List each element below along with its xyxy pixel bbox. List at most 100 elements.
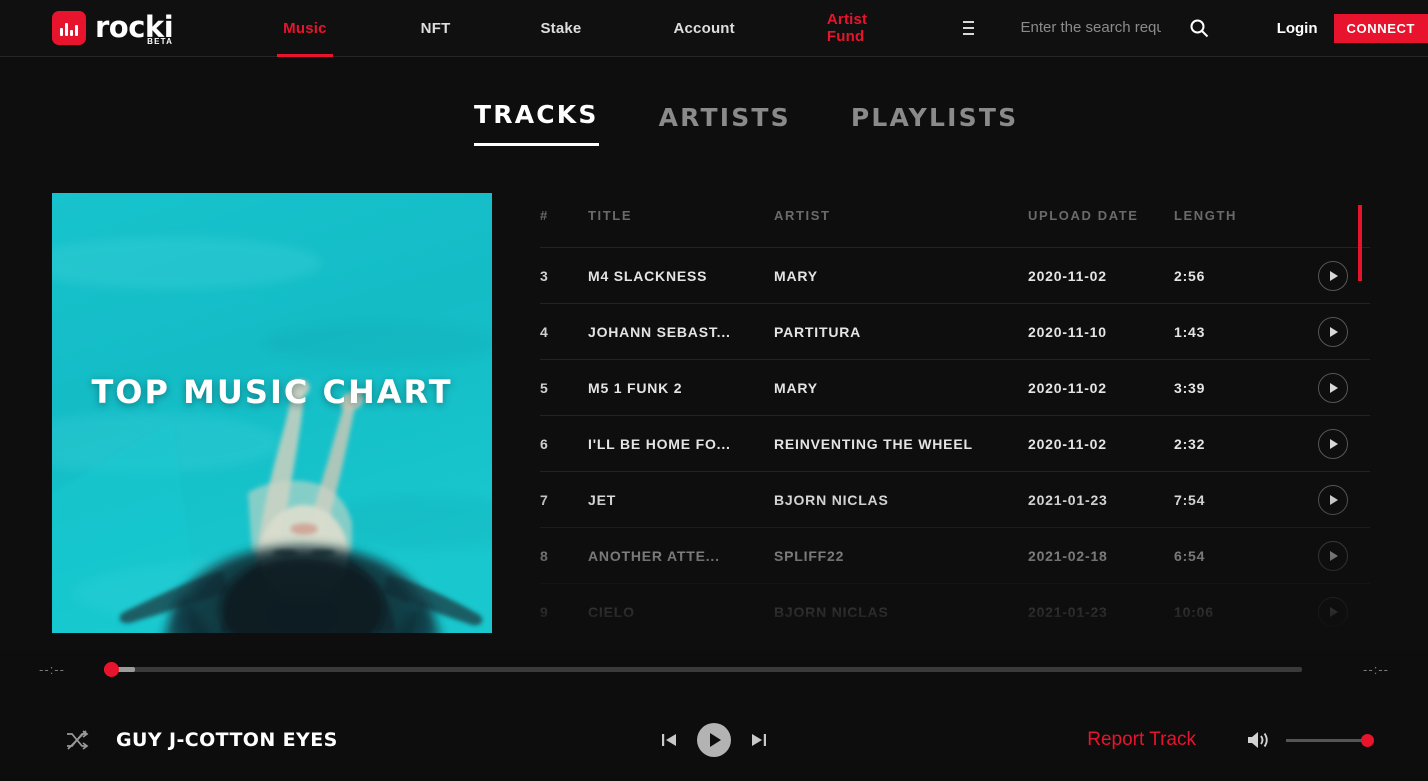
volume-control [1246,729,1374,751]
table-row[interactable]: 8 ANOTHER ATTE... SPLIFF22 2021-02-18 6:… [540,528,1370,584]
track-upload-date: 2021-01-23 [1028,491,1108,508]
play-icon[interactable] [1318,316,1348,347]
search-icon[interactable] [1189,18,1209,38]
seek-handle[interactable] [104,662,119,677]
volume-slider[interactable] [1286,733,1374,747]
table-row[interactable]: 2 AAAAAA AMBER 2020-12-23 3:31 [540,237,1370,248]
track-number: 6 [540,435,549,452]
login-link[interactable]: Login [1277,20,1318,37]
volume-handle[interactable] [1361,733,1374,747]
track-length: 3:39 [1174,379,1206,396]
table-header-row: # TITLE ARTIST UPLOAD DATE LENGTH [540,193,1370,237]
nav-item-music[interactable]: Music [261,0,349,57]
track-upload-date: 2020-11-02 [1028,267,1107,284]
tracks-list: 2 AAAAAA AMBER 2020-12-23 3:31 3 M4 SLAC… [540,237,1370,640]
track-number: 8 [540,547,549,564]
search-input[interactable] [1020,19,1161,36]
hamburger-icon[interactable] [963,17,975,39]
column-header-number: # [540,207,549,223]
now-playing-title: GUY J-COTTON EYES [116,729,338,751]
report-track-link[interactable]: Report Track [1087,729,1196,751]
track-length: 2:32 [1174,435,1206,452]
shuffle-off-icon[interactable] [64,727,90,753]
progress-row: --:-- --:-- [0,662,1428,677]
track-number: 4 [540,323,549,340]
track-artist: BJORN NICLAS [774,603,889,620]
tracks-scroll-viewport[interactable]: 2 AAAAAA AMBER 2020-12-23 3:31 3 M4 SLAC… [540,237,1370,648]
cover-title: TOP MUSIC CHART [91,373,453,411]
table-row[interactable]: 3 M4 SLACKNESS MARY 2020-11-02 2:56 [540,248,1370,304]
track-number: 7 [540,491,549,508]
top-header: rocki BETA Music NFT Stake Account Artis… [0,0,1428,57]
seek-slider[interactable] [104,662,1302,677]
track-title: ANOTHER ATTE... [588,547,720,564]
elapsed-time: --:-- [39,662,65,677]
track-upload-date: 2020-11-02 [1028,435,1107,452]
track-artist: MARY [774,267,818,284]
tab-playlists[interactable]: PLAYLISTS [851,103,1018,146]
track-length: 7:54 [1174,491,1206,508]
play-icon[interactable] [1318,596,1348,627]
transport-controls [659,723,769,757]
play-icon[interactable] [1318,260,1348,291]
nav-item-stake[interactable]: Stake [518,0,603,57]
player-bar: --:-- --:-- GUY J-COTTON EYES Report Tra… [0,650,1428,781]
main-navigation: Music NFT Stake Account Artist Fund [261,0,889,57]
tracks-table: # TITLE ARTIST UPLOAD DATE LENGTH 2 AAAA… [540,193,1370,648]
logo-bars-icon [52,11,86,45]
chart-cover-art: TOP MUSIC CHART [52,193,492,633]
track-title: JET [588,491,617,508]
track-upload-date: 2020-11-10 [1028,323,1107,340]
table-row[interactable]: 6 I'LL BE HOME FO... REINVENTING THE WHE… [540,416,1370,472]
track-upload-date: 2021-01-23 [1028,603,1108,620]
play-icon[interactable] [1318,372,1348,403]
remaining-time: --:-- [1363,662,1389,677]
track-length: 6:54 [1174,547,1206,564]
volume-high-icon[interactable] [1246,729,1270,751]
brand-logo[interactable]: rocki BETA [52,11,174,46]
nav-item-artist-fund[interactable]: Artist Fund [805,0,889,57]
track-number: 3 [540,267,549,284]
column-header-upload-date: UPLOAD DATE [1028,207,1139,223]
tracks-scrollbar-thumb[interactable] [1358,205,1362,281]
track-artist: REINVENTING THE WHEEL [774,435,973,452]
play-icon[interactable] [1318,484,1348,515]
play-icon[interactable] [1318,540,1348,571]
play-icon[interactable] [697,723,731,757]
track-title: JOHANN SEBAST... [588,323,731,340]
nav-item-account[interactable]: Account [651,0,756,57]
track-artist: SPLIFF22 [774,547,845,564]
column-header-length: LENGTH [1174,207,1238,223]
track-upload-date: 2020-11-02 [1028,379,1107,396]
skip-previous-icon[interactable] [659,730,679,750]
track-upload-date: 2021-02-18 [1028,547,1108,564]
search-box [1020,19,1161,37]
table-row[interactable]: 5 M5 1 FUNK 2 MARY 2020-11-02 3:39 [540,360,1370,416]
table-row[interactable]: 9 CIELO BJORN NICLAS 2021-01-23 10:06 [540,584,1370,640]
track-artist: PARTITURA [774,323,862,340]
cover-photo [52,193,492,633]
play-icon[interactable] [1318,428,1348,459]
track-length: 1:43 [1174,323,1206,340]
track-title: M4 SLACKNESS [588,267,708,284]
content-tabs: TRACKS ARTISTS PLAYLISTS [474,100,1018,146]
track-number: 5 [540,379,549,396]
track-title: M5 1 FUNK 2 [588,379,683,396]
player-controls: GUY J-COTTON EYES Report Track [0,710,1428,770]
tab-tracks[interactable]: TRACKS [474,100,599,146]
table-row[interactable]: 7 JET BJORN NICLAS 2021-01-23 7:54 [540,472,1370,528]
track-length: 2:56 [1174,267,1206,284]
column-header-artist: ARTIST [774,207,831,223]
skip-next-icon[interactable] [749,730,769,750]
track-title: CIELO [588,603,635,620]
track-number: 9 [540,603,549,620]
column-header-title: TITLE [588,207,633,223]
track-artist: BJORN NICLAS [774,491,889,508]
connect-button[interactable]: CONNECT [1333,13,1428,43]
track-length: 10:06 [1174,603,1214,620]
tab-artists[interactable]: ARTISTS [659,103,791,146]
track-artist: MARY [774,379,818,396]
brand-badge: BETA [147,37,174,46]
table-row[interactable]: 4 JOHANN SEBAST... PARTITURA 2020-11-10 … [540,304,1370,360]
nav-item-nft[interactable]: NFT [399,0,473,57]
